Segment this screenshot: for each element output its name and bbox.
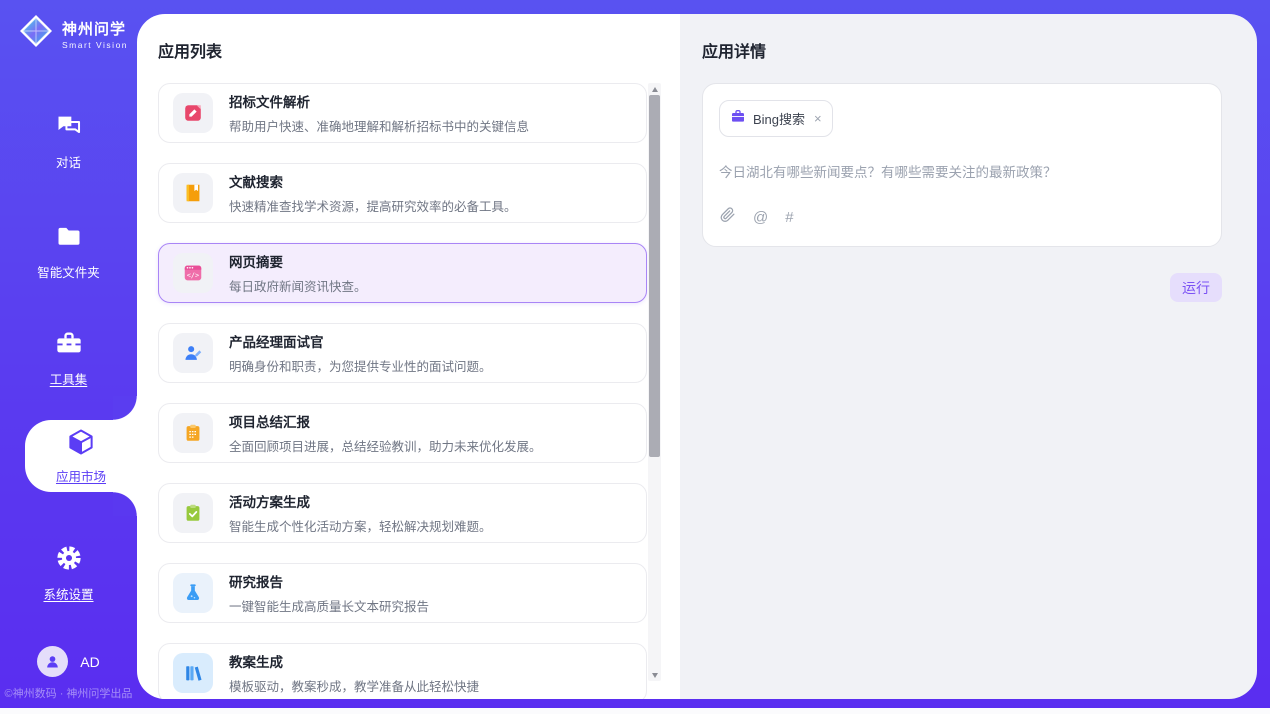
at-mention-icon[interactable]: @: [753, 210, 768, 225]
book-icon: [173, 173, 213, 213]
app-card-title: 活动方案生成: [229, 491, 492, 511]
list-scrollbar[interactable]: [648, 83, 661, 681]
tool-tag-label: Bing搜索: [753, 109, 805, 128]
flask-icon: [173, 573, 213, 613]
chat-icon: [55, 112, 83, 145]
app-card-title: 网页摘要: [229, 251, 367, 271]
app-card-lesson-plan[interactable]: 教案生成 模板驱动，教案秒成，教学准备从此轻松快捷: [158, 643, 647, 699]
doc-edit-icon: [173, 93, 213, 133]
app-list-panel: 应用列表 招标文件解析 帮助用户快速、准确地理解和解析招标书中的关键信息: [137, 14, 680, 699]
app-card-list: 招标文件解析 帮助用户快速、准确地理解和解析招标书中的关键信息 文献搜索 快速精…: [158, 83, 647, 699]
bottom-edge-strip: [0, 708, 1270, 714]
logo-diamond-icon: [18, 13, 54, 54]
app-card-title: 教案生成: [229, 651, 479, 671]
app-card-desc: 每日政府新闻资讯快查。: [229, 276, 367, 295]
app-detail-panel: 应用详情 Bing搜索 × 今日湖北有哪些新闻要点？有哪些需要关注的最新政策？: [680, 14, 1257, 699]
copyright-text: ©神州数码 · 神州问学出品: [0, 685, 137, 701]
app-title: 神州问学: [62, 18, 128, 39]
app-card-event-plan[interactable]: 活动方案生成 智能生成个性化活动方案，轻松解决规划难题。: [158, 483, 647, 543]
scroll-up-icon[interactable]: [648, 84, 661, 94]
tool-tag-bing-search[interactable]: Bing搜索 ×: [719, 100, 833, 137]
sidebar-item-chat[interactable]: 对话: [0, 112, 137, 171]
app-card-pm-interviewer[interactable]: 产品经理面试官 明确身份和职责，为您提供专业性的面试问题。: [158, 323, 647, 383]
sidebar-item-smart-folder[interactable]: 智能文件夹: [0, 222, 137, 281]
app-card-title: 项目总结汇报: [229, 411, 542, 431]
app-card-bid-parse[interactable]: 招标文件解析 帮助用户快速、准确地理解和解析招标书中的关键信息: [158, 83, 647, 143]
app-card-title: 文献搜索: [229, 171, 517, 191]
avatar: [37, 646, 68, 677]
app-card-desc: 快速精准查找学术资源，提高研究效率的必备工具。: [229, 196, 517, 215]
app-list-title: 应用列表: [158, 38, 680, 57]
app-card-project-summary[interactable]: 项目总结汇报 全面回顾项目进展，总结经验教训，助力未来优化发展。: [158, 403, 647, 463]
clipboard-check-icon: [173, 493, 213, 533]
paperclip-icon[interactable]: [719, 206, 736, 228]
close-icon[interactable]: ×: [814, 112, 822, 125]
svg-text:</>: </>: [187, 272, 199, 280]
app-card-title: 产品经理面试官: [229, 331, 492, 351]
scroll-down-icon[interactable]: [648, 670, 661, 680]
sidebar-item-app-market[interactable]: 应用市场: [25, 420, 137, 492]
app-subtitle: Smart Vision: [62, 40, 128, 50]
sidebar-item-label: 应用市场: [56, 466, 106, 485]
folder-icon: [55, 222, 83, 255]
content-area: 应用列表 招标文件解析 帮助用户快速、准确地理解和解析招标书中的关键信息: [137, 14, 1257, 699]
app-card-desc: 一键智能生成高质量长文本研究报告: [229, 596, 429, 615]
sidebar-item-label: 工具集: [50, 369, 88, 388]
clipboard-icon: [173, 413, 213, 453]
toolbox-icon: [55, 329, 83, 362]
sidebar-item-toolset[interactable]: 工具集: [0, 329, 137, 388]
books-icon: [173, 653, 213, 693]
app-card-desc: 模板驱动，教案秒成，教学准备从此轻松快捷: [229, 676, 479, 695]
user-account[interactable]: AD: [0, 646, 137, 677]
app-card-desc: 全面回顾项目进展，总结经验教训，助力未来优化发展。: [229, 436, 542, 455]
user-label: AD: [80, 654, 99, 670]
sidebar-item-label: 对话: [56, 152, 81, 171]
app-card-desc: 智能生成个性化活动方案，轻松解决规划难题。: [229, 516, 492, 535]
scrollbar-thumb[interactable]: [649, 95, 660, 457]
query-input[interactable]: 今日湖北有哪些新闻要点？有哪些需要关注的最新政策？: [719, 161, 1205, 206]
app-detail-title: 应用详情: [702, 38, 1222, 57]
sidebar-item-label: 系统设置: [43, 584, 93, 603]
hash-icon[interactable]: #: [785, 210, 793, 225]
cube-icon: [66, 427, 96, 462]
prompt-composer-card: Bing搜索 × 今日湖北有哪些新闻要点？有哪些需要关注的最新政策？ @ #: [702, 83, 1222, 247]
browser-code-icon: </>: [173, 253, 213, 293]
app-card-title: 研究报告: [229, 571, 429, 591]
sidebar-item-settings[interactable]: 系统设置: [0, 544, 137, 603]
app-card-desc: 明确身份和职责，为您提供专业性的面试问题。: [229, 356, 492, 375]
interviewer-icon: [173, 333, 213, 373]
app-logo: 神州问学 Smart Vision: [18, 13, 128, 54]
run-button[interactable]: 运行: [1170, 273, 1222, 302]
app-card-web-summary[interactable]: </> 网页摘要 每日政府新闻资讯快查。: [158, 243, 647, 303]
app-card-desc: 帮助用户快速、准确地理解和解析招标书中的关键信息: [229, 116, 529, 135]
sidebar-item-label: 智能文件夹: [37, 262, 100, 281]
composer-toolbar: @ #: [719, 206, 1205, 228]
bubble-fillet-top: [113, 396, 137, 420]
app-card-research-report[interactable]: 研究报告 一键智能生成高质量长文本研究报告: [158, 563, 647, 623]
briefcase-icon: [730, 108, 746, 129]
app-card-literature-search[interactable]: 文献搜索 快速精准查找学术资源，提高研究效率的必备工具。: [158, 163, 647, 223]
app-card-title: 招标文件解析: [229, 91, 529, 111]
sidebar: 神州问学 Smart Vision 对话 智能文件夹: [0, 0, 137, 714]
bubble-fillet-bottom: [113, 492, 137, 516]
gear-icon: [55, 544, 83, 577]
